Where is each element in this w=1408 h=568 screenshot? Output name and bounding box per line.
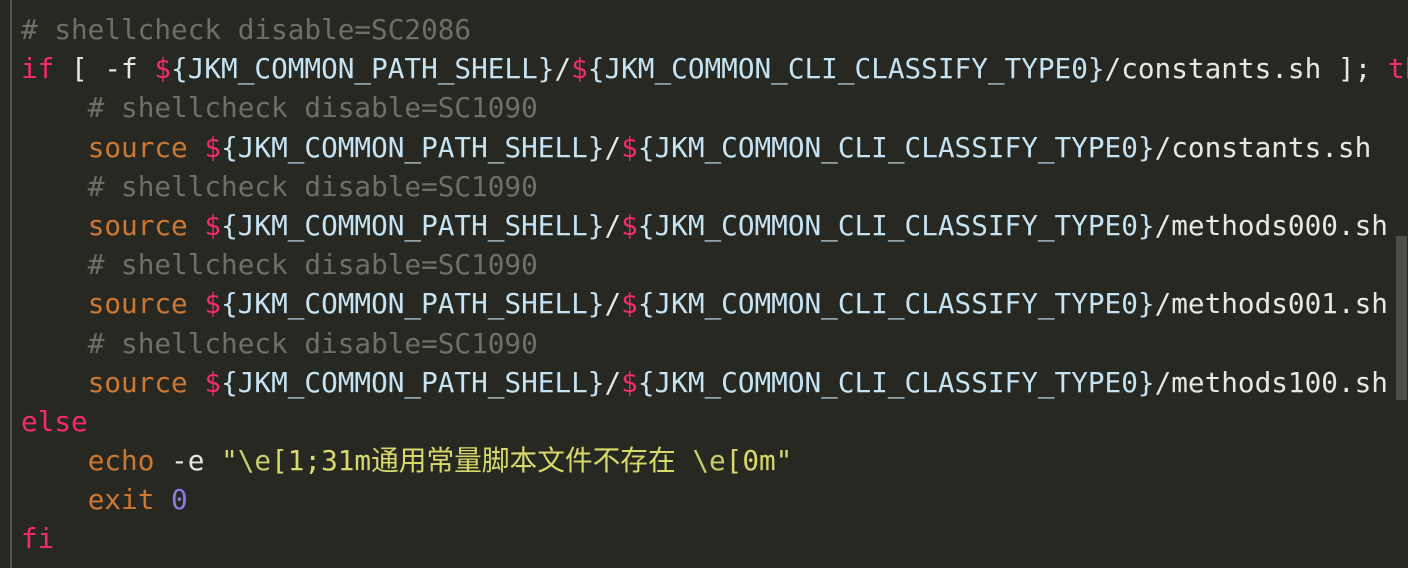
token-keyword: if	[21, 52, 55, 86]
code-line[interactable]: exit 0	[21, 480, 1408, 519]
token-builtin: echo	[87, 444, 155, 478]
token-var: {JKM_COMMON_PATH_SHELL}	[221, 365, 605, 399]
code-line[interactable]: # shellcheck disable=SC1090	[21, 167, 1408, 206]
code-line[interactable]: source ${JKM_COMMON_PATH_SHELL}/${JKM_CO…	[21, 363, 1408, 402]
token-plain: /methods100.sh	[1154, 365, 1388, 399]
token-dollar: $	[621, 208, 638, 242]
token-plain: /	[604, 365, 622, 399]
code-editor-pane[interactable]: # shellcheck disable=SC2086 if [ -f ${JKM…	[0, 0, 1408, 568]
vertical-scrollbar-thumb[interactable]	[1396, 236, 1407, 400]
token-plain: /	[604, 130, 622, 164]
token-string: [1;31m通用常量脚本文件不存在	[271, 444, 693, 478]
token-plain: /	[554, 52, 572, 86]
token-comment: # shellcheck disable=SC1090	[87, 326, 538, 360]
token-number: 0	[171, 483, 188, 517]
token-comment: # shellcheck disable=SC2086	[21, 13, 472, 46]
token-comment: # shellcheck disable=SC1090	[87, 248, 538, 282]
vertical-scrollbar-track[interactable]	[1396, 0, 1408, 568]
code-line[interactable]: # shellcheck disable=SC2086	[21, 10, 1408, 49]
token-plain: /methods001.sh	[1154, 287, 1388, 321]
token-keyword: else	[21, 404, 88, 438]
token-plain: -e	[154, 444, 222, 478]
token-dollar: $	[204, 208, 222, 242]
token-dollar: $	[204, 130, 222, 164]
token-string: [0m"	[725, 444, 793, 478]
code-line[interactable]: source ${JKM_COMMON_PATH_SHELL}/${JKM_CO…	[21, 128, 1408, 167]
token-builtin: exit	[87, 483, 155, 517]
token-var: {JKM_COMMON_CLI_CLASSIFY_TYPE0}	[637, 208, 1155, 242]
token-escape: \e	[692, 444, 726, 478]
token-plain: /methods000.sh	[1154, 208, 1388, 242]
token-var: {JKM_COMMON_CLI_CLASSIFY_TYPE0}	[637, 365, 1155, 399]
code-content[interactable]: # shellcheck disable=SC2086 if [ -f ${JKM…	[21, 10, 1408, 559]
token-dollar: $	[621, 130, 638, 164]
token-var: {JKM_COMMON_PATH_SHELL}	[221, 208, 605, 242]
token-dollar: $	[621, 365, 638, 399]
code-line[interactable]: # shellcheck disable=SC1090	[21, 245, 1408, 284]
code-line[interactable]: echo -e "\e[1;31m通用常量脚本文件不存在 \e[0m"	[21, 441, 1408, 480]
code-line[interactable]: source ${JKM_COMMON_PATH_SHELL}/${JKM_CO…	[21, 206, 1408, 245]
code-line[interactable]: # shellcheck disable=SC1090	[21, 88, 1408, 127]
token-var: {JKM_COMMON_CLI_CLASSIFY_TYPE0}	[637, 130, 1155, 164]
token-dollar: $	[621, 287, 638, 321]
code-line[interactable]: fi	[21, 519, 1408, 558]
token-comment: # shellcheck disable=SC1090	[87, 91, 538, 125]
token-var: {JKM_COMMON_CLI_CLASSIFY_TYPE0}	[587, 52, 1105, 86]
code-line[interactable]: if [ -f ${JKM_COMMON_PATH_SHELL}/${JKM_C…	[21, 49, 1408, 88]
code-line[interactable]: source ${JKM_COMMON_PATH_SHELL}/${JKM_CO…	[21, 284, 1408, 323]
token-var: {JKM_COMMON_PATH_SHELL}	[171, 52, 555, 86]
token-plain: [ -f	[54, 52, 155, 86]
token-dollar: $	[154, 52, 172, 86]
token-dollar: $	[204, 287, 222, 321]
token-plain: /	[604, 208, 622, 242]
token-plain: /constants.sh ];	[1104, 52, 1388, 86]
token-var: {JKM_COMMON_PATH_SHELL}	[221, 130, 605, 164]
code-line[interactable]: else	[21, 402, 1408, 441]
token-plain: /	[604, 287, 622, 321]
token-plain: /constants.sh	[1154, 130, 1372, 164]
token-string: "	[221, 444, 238, 478]
token-comment: # shellcheck disable=SC1090	[87, 169, 538, 203]
token-builtin: source	[87, 208, 188, 242]
token-dollar: $	[571, 52, 588, 86]
token-var: {JKM_COMMON_CLI_CLASSIFY_TYPE0}	[637, 287, 1155, 321]
token-var: {JKM_COMMON_PATH_SHELL}	[221, 287, 605, 321]
token-dollar: $	[204, 365, 222, 399]
code-line[interactable]: # shellcheck disable=SC1090	[21, 324, 1408, 363]
token-builtin: source	[87, 287, 188, 321]
indent-guide-line	[10, 0, 12, 568]
token-builtin: source	[87, 365, 188, 399]
token-keyword: fi	[21, 522, 55, 556]
token-builtin: source	[87, 130, 188, 164]
token-escape: \e	[237, 444, 272, 478]
